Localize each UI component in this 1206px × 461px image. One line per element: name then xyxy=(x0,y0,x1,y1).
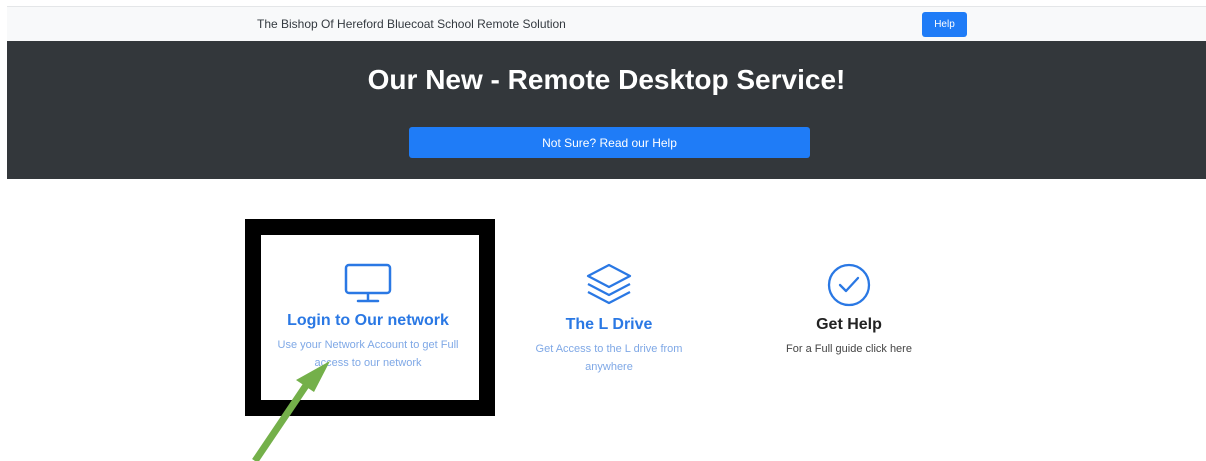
card-title[interactable]: The L Drive xyxy=(499,316,719,334)
monitor-icon xyxy=(344,263,392,303)
check-circle-icon xyxy=(827,263,871,307)
card-description: Use your Network Account to get Full acc… xyxy=(277,339,459,369)
read-help-button[interactable]: Not Sure? Read our Help xyxy=(409,127,810,158)
card-login-network[interactable]: Login to Our network Use your Network Ac… xyxy=(258,262,478,372)
hero-banner: Our New - Remote Desktop Service! Not Su… xyxy=(7,41,1206,179)
top-navbar: The Bishop Of Hereford Bluecoat School R… xyxy=(7,6,1206,41)
card-l-drive[interactable]: The L Drive Get Access to the L drive fr… xyxy=(499,262,719,376)
layers-icon xyxy=(586,263,632,305)
card-title[interactable]: Get Help xyxy=(739,316,959,334)
card-description: Get Access to the L drive from anywhere xyxy=(535,343,683,373)
card-get-help[interactable]: Get Help For a Full guide click here xyxy=(739,262,959,358)
hero-title: Our New - Remote Desktop Service! xyxy=(367,64,846,95)
help-button[interactable]: Help xyxy=(922,12,967,37)
card-title[interactable]: Login to Our network xyxy=(258,312,478,330)
brand-title[interactable]: The Bishop Of Hereford Bluecoat School R… xyxy=(257,17,566,31)
card-description: For a Full guide click here xyxy=(786,343,912,355)
